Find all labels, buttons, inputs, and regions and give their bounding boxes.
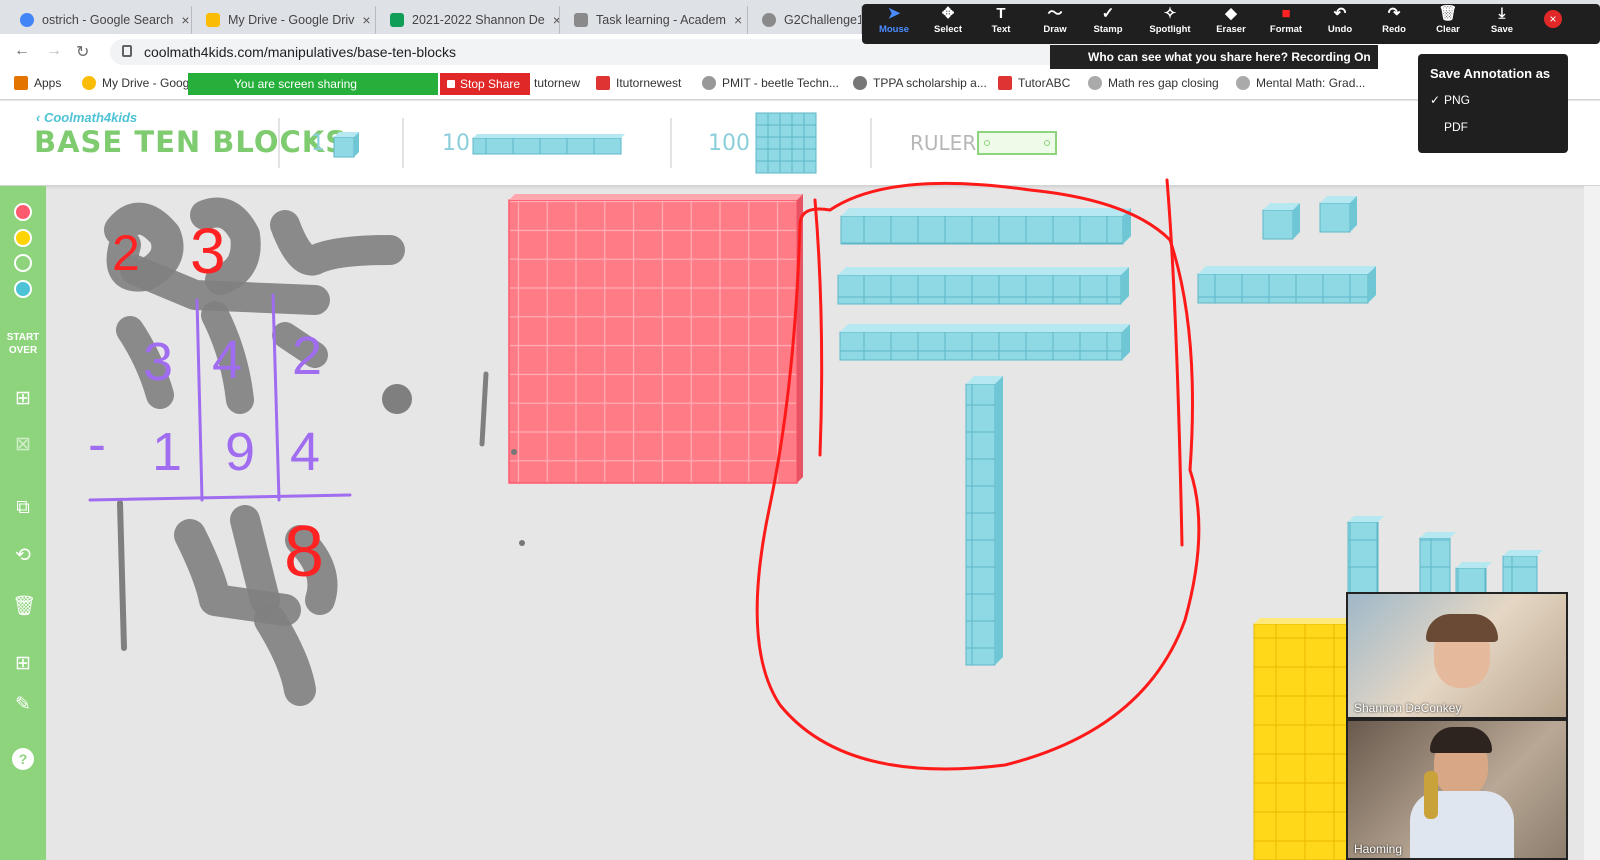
vertical-rod[interactable] [1347,516,1384,603]
squiggle-icon: 〜 [1047,5,1063,22]
screen: ostrich - Google Search × My Drive - Goog… [0,0,1600,860]
held-bottle [1424,771,1438,819]
handwritten-digit: 4 [212,330,242,390]
redo-icon: ↷ [1387,5,1401,22]
handwritten-digit: 9 [225,422,255,482]
handwritten-digit: 2 [112,225,140,281]
unit-cube-icon[interactable] [333,132,359,158]
spotlight-tool-button[interactable]: ✧ Spotlight [1144,4,1196,40]
dot-annotation [519,540,525,546]
ruler-icon[interactable] [977,131,1057,155]
hundred-block[interactable] [508,194,803,484]
gray-line-annotation [479,371,489,447]
handwritten-digit: 3 [190,215,226,287]
participant-hair [1430,727,1492,753]
handwritten-digit: 4 [290,422,320,482]
checkmark-icon: ✓ [1430,93,1441,107]
ten-rod-vertical[interactable] [965,376,1003,666]
mouse-tool-button[interactable]: ➤ Mouse [868,4,920,40]
ten-rod[interactable] [839,324,1130,361]
participant-hair [1426,614,1498,642]
move-icon: ✥ [941,5,955,22]
handwritten-digit: 1 [152,422,182,482]
participant-name: Shannon DeConkey [1354,701,1462,715]
ten-rod-icon[interactable] [472,134,625,155]
handwritten-digit: 3 [143,332,173,392]
ten-rod[interactable] [837,267,1129,305]
six-unit-rod[interactable] [1197,266,1376,304]
participant-name: Haoming [1354,842,1403,856]
clear-button[interactable]: 🗑 Clear [1422,4,1474,40]
cursor-icon: ➤ [887,5,901,22]
stamp-tool-button[interactable]: ✓ Stamp [1082,4,1134,40]
participant-video-tile[interactable]: Shannon DeConkey [1346,592,1568,719]
handwritten-digit: 8 [284,512,324,592]
save-as-png-option[interactable]: PNG [1444,93,1470,107]
handwritten-minus: - [88,414,106,474]
save-annotation-menu: Save Annotation as ✓ PNG PDF [1418,54,1568,153]
color-square-icon: ■ [1281,5,1291,22]
trash-icon: 🗑 [1438,5,1458,22]
draw-tool-button[interactable]: 〜 Draw [1029,4,1081,40]
checkmark-icon: ✓ [1101,5,1115,22]
eraser-tool-button[interactable]: ◆ Eraser [1205,4,1257,40]
format-tool-button[interactable]: ■ Format [1260,4,1312,40]
close-annotation-icon[interactable]: × [1544,10,1562,28]
hundred-block-yellow[interactable] [1253,618,1356,860]
gray-line-annotation [117,500,127,651]
sharing-visibility-notice[interactable]: Who can see what you share here? Recordi… [1050,45,1378,69]
undo-icon: ↶ [1333,5,1347,22]
save-as-pdf-option[interactable]: PDF [1444,120,1468,134]
download-icon: ⤓ [1498,5,1506,22]
redo-button[interactable]: ↷ Redo [1368,4,1420,40]
save-button[interactable]: ⤓ Save [1476,4,1528,40]
spotlight-icon: ✧ [1163,5,1177,22]
gray-dot-annotation [382,384,412,414]
unit-cube[interactable] [1319,196,1357,233]
eraser-icon: ◆ [1225,5,1237,22]
hundred-flat-icon[interactable] [755,112,817,174]
ten-rod[interactable] [840,208,1131,245]
text-tool-button[interactable]: T Text [975,4,1027,40]
dot-annotation [511,449,517,455]
participant-video-tile[interactable]: Haoming [1346,719,1568,860]
text-icon: T [996,5,1006,22]
select-tool-button[interactable]: ✥ Select [922,4,974,40]
undo-button[interactable]: ↶ Undo [1314,4,1366,40]
unit-cube[interactable] [1262,203,1300,240]
menu-title: Save Annotation as [1430,66,1551,81]
handwritten-digit: 2 [292,326,322,386]
